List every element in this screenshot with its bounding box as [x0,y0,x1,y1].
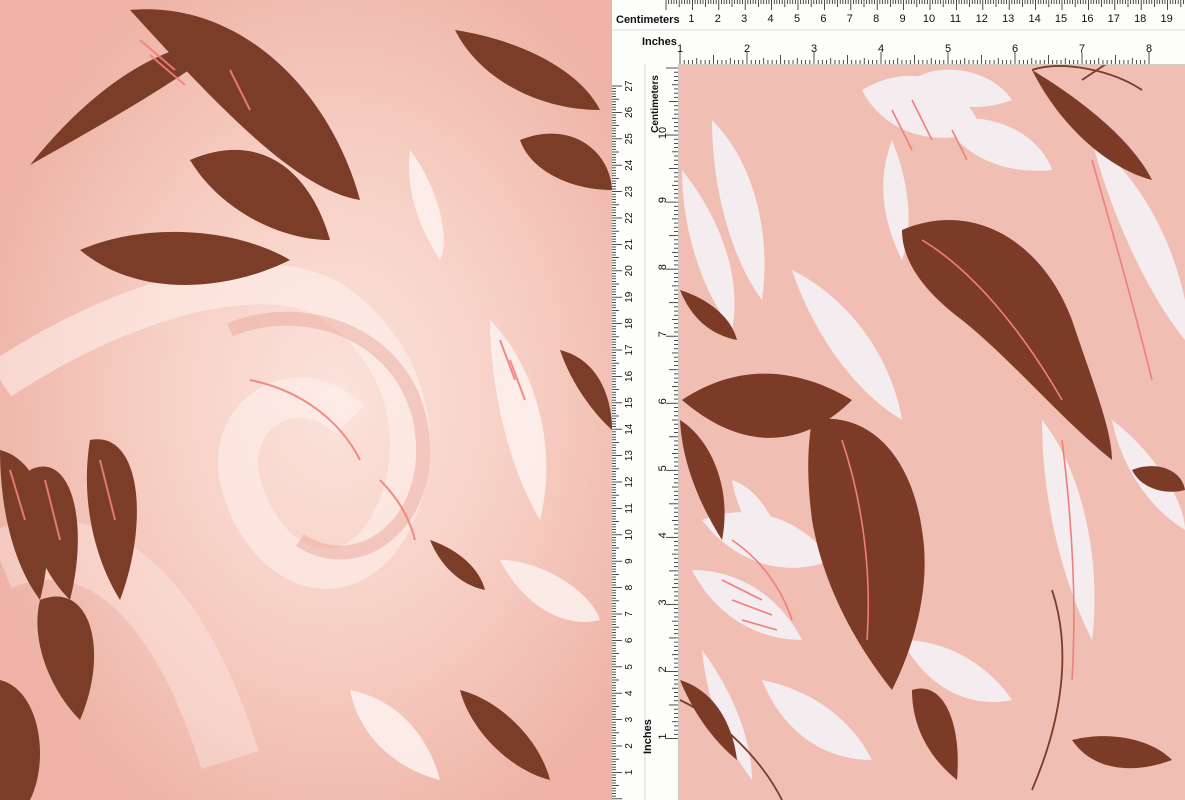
inch-tick-label: 5 [945,43,951,55]
cm-tick-label: 5 [624,664,635,670]
cm-tick-label: 1 [688,13,694,25]
cm-tick-label: 12 [624,476,635,488]
cm-tick-label: 1 [624,769,635,775]
cm-tick-label: 3 [741,13,747,25]
cm-tick-label: 9 [624,558,635,564]
cm-tick-label: 5 [794,13,800,25]
horizontal-ruler: 1234567891011121314151617181920211234567… [612,0,1185,65]
cm-tick-label: 9 [900,13,906,25]
inch-tick-label: 7 [1079,43,1085,55]
cm-tick-label: 16 [624,370,635,382]
cm-tick-label: 2 [624,743,635,749]
cm-tick-label: 16 [1081,13,1093,25]
cm-tick-label: 15 [1055,13,1067,25]
cm-tick-label: 4 [768,13,774,25]
cm-tick-label: 13 [1002,13,1014,25]
cm-tick-label: 10 [923,13,935,25]
inch-tick-label: 8 [657,264,669,270]
inch-tick-label: 7 [657,331,669,337]
horizontal-ruler-ticks: 1234567891011121314151617181920211234567… [612,0,1185,64]
vertical-ruler: 27 26 25 24 23 22 21 20 19 18 17 16 15 14 13 12 11 10 9 8 7 6… [612,64,679,800]
inch-tick-label: 1 [657,733,669,739]
cm-tick-label: 18 [1134,13,1146,25]
cm-tick-label: 8 [624,584,635,590]
cm-tick-label: 19 [624,291,635,303]
inch-tick-label: 8 [1146,43,1152,55]
inch-tick-label: 4 [657,532,669,538]
cm-tick-label: 24 [624,159,635,171]
inch-tick-label: 6 [1012,43,1018,55]
cm-tick-label: 12 [976,13,988,25]
cm-tick-label: 25 [624,133,635,145]
cm-tick-label: 7 [624,611,635,617]
vertical-ruler-ticks: 2726252423222120191817161514131211109876… [612,64,678,800]
cm-tick-label: 11 [950,13,961,25]
cm-tick-label: 8 [873,13,879,25]
cm-tick-label: 26 [624,106,635,118]
cm-tick-label: 10 [624,529,635,541]
cm-tick-label: 15 [624,397,635,409]
cm-tick-label: 2 [715,13,721,25]
cm-tick-label: 14 [1028,13,1040,25]
inch-tick-label: 3 [811,43,817,55]
cm-tick-label: 14 [624,423,635,435]
cm-tick-label: 18 [624,318,635,330]
cm-tick-label: 19 [1160,13,1172,25]
cm-tick-label: 11 [624,503,635,514]
cm-tick-label: 17 [1108,13,1120,25]
cm-tick-label: 6 [624,637,635,643]
ruler-centimeters-label: Centimeters [616,14,680,26]
inch-tick-label: 6 [657,398,669,404]
inch-tick-label: 1 [677,43,683,55]
cm-tick-label: 3 [624,716,635,722]
cm-tick-label: 17 [624,344,635,356]
inch-tick-label: 9 [657,197,669,203]
cm-tick-label: 22 [624,212,635,224]
inch-tick-label: 2 [657,666,669,672]
side-ruler-inches-label: Inches [642,719,654,754]
cm-tick-label: 6 [820,13,826,25]
cm-tick-label: 7 [847,13,853,25]
side-ruler-centimeters-label: Centimeters [650,75,661,133]
inch-tick-label: 4 [878,43,884,55]
cm-tick-label: 13 [624,450,635,462]
cm-tick-label: 23 [624,186,635,198]
cm-tick-label: 4 [624,690,635,696]
inch-tick-label: 2 [744,43,750,55]
draped-fabric-photo [0,0,612,800]
ruler-inches-label: Inches [642,36,677,48]
cm-tick-label: 20 [624,265,635,277]
cm-tick-label: 27 [624,80,635,92]
inch-tick-label: 3 [657,599,669,605]
inch-tick-label: 5 [657,465,669,471]
flat-fabric-swatch [612,0,1185,800]
cm-tick-label: 21 [624,238,635,250]
